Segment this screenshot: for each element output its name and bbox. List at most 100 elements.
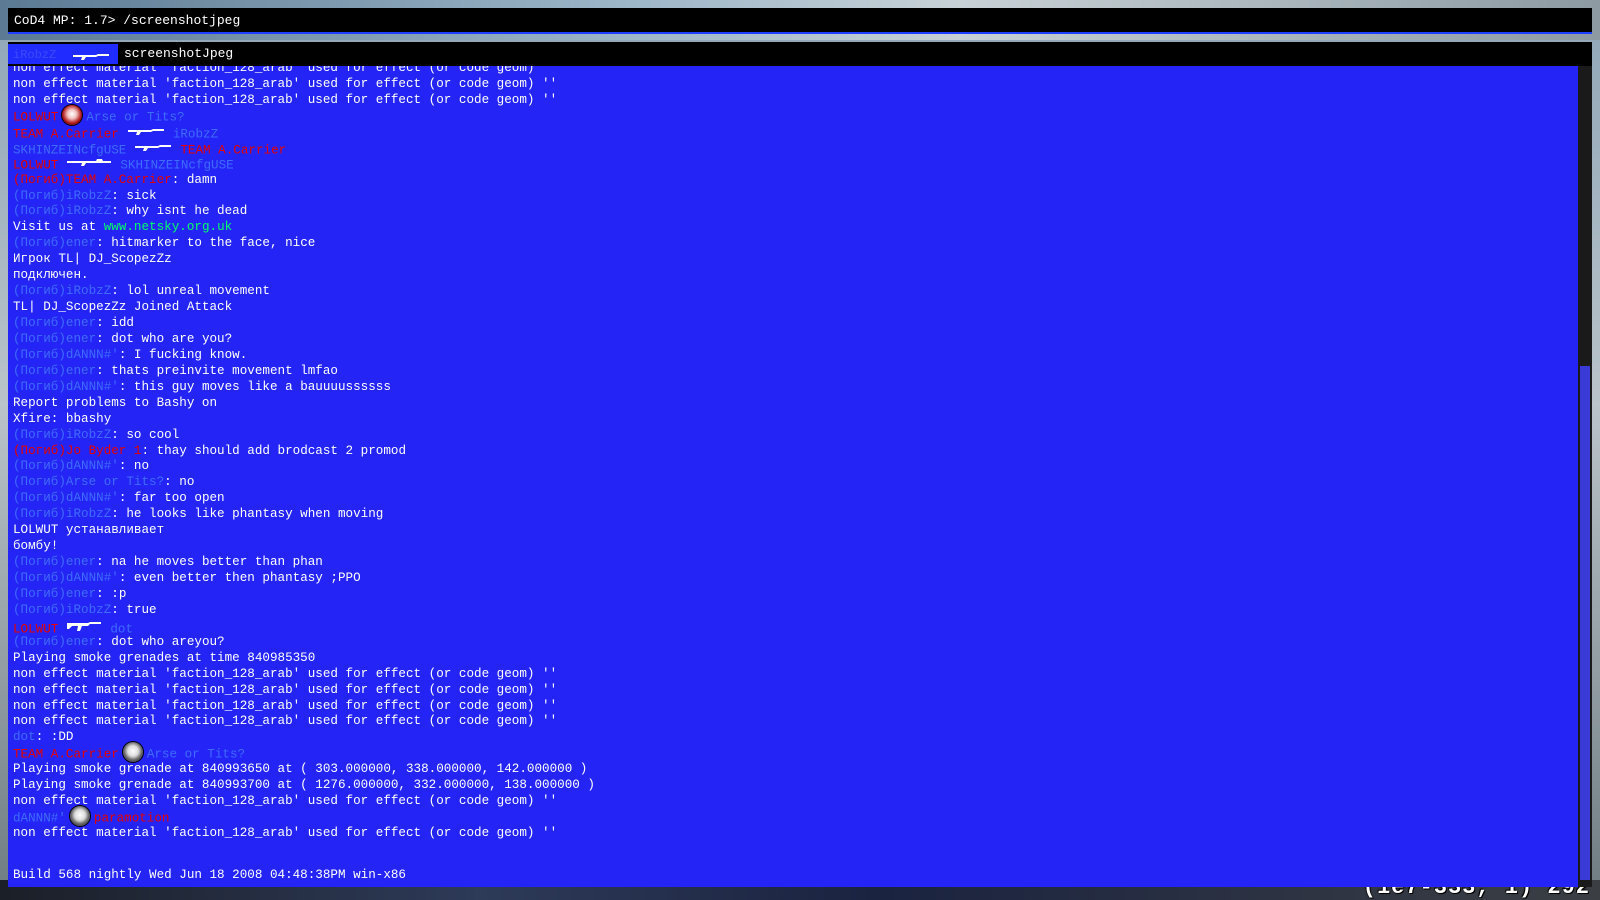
console-text-segment: non effect material 'faction_128_arab' u…	[13, 666, 558, 681]
console-text-segment: (Погиб)dANNN#'	[13, 571, 119, 585]
console-text-segment: (Погиб)dANNN#'	[13, 491, 119, 506]
rifle-icon	[134, 141, 172, 159]
console-line: Visit us at www.netsky.org.uk	[13, 220, 1578, 236]
console-text-segment: : this guy moves like a bauuuussssss	[118, 379, 391, 394]
console-text-segment: LOLWUT	[13, 110, 59, 125]
console-line: (Погиб)dANNN#': I fucking know.	[13, 348, 1578, 364]
console-text-segment: (Погиб)ener	[13, 236, 97, 251]
console-text-segment: non effect material 'faction_128_arab' u…	[13, 76, 558, 91]
console-text-segment: TEAM A.Carrier	[180, 143, 287, 157]
console-line: (Погиб)iRobzZ: so cool	[13, 428, 1578, 444]
console-text-segment: : I fucking know.	[118, 347, 248, 362]
console-text-segment: : dot who areyou?	[96, 634, 225, 649]
console-text-segment: non effect material 'faction_128_arab' u…	[13, 698, 558, 713]
console-line: Xfire: bbashy	[13, 412, 1578, 428]
console-line: non effect material 'faction_128_arab' u…	[13, 683, 1578, 699]
console-line: (Погиб)dANNN#': far too open	[13, 491, 1578, 507]
console-line: Playing smoke grenade at 840993700 at ( …	[13, 778, 1578, 794]
console-input[interactable]: CoD4 MP: 1.7> /screenshotjpeg	[14, 13, 240, 29]
console-text-segment: non effect material 'faction_128_arab' u…	[13, 714, 558, 729]
console-line: non effect material 'faction_128_arab' u…	[13, 66, 1578, 77]
console-line: (Погиб)iRobzZ: lol unreal movement	[13, 284, 1578, 300]
console-text-segment: (Погиб)TEAM A.Carrier	[13, 172, 172, 187]
console-text-segment: (Погиб)ener	[13, 331, 97, 346]
console-line: (Погиб)iRobzZ: sick	[13, 189, 1578, 205]
console-text-segment: (Погиб)dANNN#'	[13, 459, 119, 474]
autocomplete-command-suggestion[interactable]: screenshotJpeg	[124, 47, 233, 61]
console-line: (Погиб)TEAM A.Carrier: damn	[13, 173, 1578, 189]
console-text-segment: (Погиб)ener	[13, 634, 97, 649]
console-text-segment: подключен.	[13, 268, 89, 283]
console-text-segment: : far too open	[118, 491, 225, 506]
console-text-segment: : idd	[96, 316, 134, 330]
console-text-segment: (Погиб)ener	[13, 363, 97, 378]
console-line: non effect material 'faction_128_arab' u…	[13, 93, 1578, 109]
console-line: Playing smoke grenade at 840993650 at ( …	[13, 762, 1578, 778]
console-line: (Погиб)dANNN#': even better then phantas…	[13, 571, 1578, 587]
console-line: (Погиб)iRobzZ: why isnt he dead	[13, 204, 1578, 220]
console-input-bar[interactable]: CoD4 MP: 1.7> /screenshotjpeg	[8, 8, 1592, 34]
console-text-segment: : even better then phantasy ;PPO	[118, 571, 361, 585]
console-line: non effect material 'faction_128_arab' u…	[13, 699, 1578, 715]
console-text-segment: Playing smoke grenade at 840993650 at ( …	[13, 762, 588, 777]
console-text-segment: (Погиб)iRobzZ	[13, 602, 112, 617]
console-text-segment: non effect material 'faction_128_arab' u…	[13, 682, 558, 697]
console-line: LOLWUT устанавливает	[13, 523, 1578, 539]
emblem-icon	[69, 806, 90, 827]
console-text-segment: : :DD	[35, 730, 74, 745]
console-text-segment: (Погиб)Arse or Tits?	[13, 475, 165, 490]
console-scrollbar-thumb[interactable]	[1580, 366, 1590, 880]
console-text-segment: SKHINZEINcfgUSE	[13, 143, 127, 157]
console-text-segment: : lol unreal movement	[111, 284, 270, 299]
console-line: non effect material 'faction_128_arab' u…	[13, 667, 1578, 683]
console-line: dANNN#' paramotion	[13, 806, 1578, 827]
console-text-segment: бомбу!	[13, 539, 59, 554]
console-line: LOLWUT Arse or Tits?	[13, 104, 1578, 125]
console-line: Playing smoke grenades at time 840985350	[13, 651, 1578, 667]
console-text-segment: non effect material 'faction_128_arab' u…	[13, 92, 558, 107]
console-line: non effect material 'faction_128_arab' u…	[13, 826, 1578, 842]
console-text-segment: Report problems to Bashy on	[13, 395, 218, 410]
rifle-icon	[72, 49, 110, 67]
console-text-segment: (Погиб)iRobzZ	[13, 427, 112, 442]
console-text-segment: (Погиб)ener	[13, 316, 97, 330]
console-text-segment: non effect material 'faction_128_arab' u…	[13, 66, 558, 75]
console-line: (Погиб)Jo Byder 1: thay should add brodc…	[13, 444, 1578, 460]
console-text-segment: : damn	[171, 172, 218, 187]
console-text-segment: TEAM A.Carrier	[13, 127, 119, 142]
console-text-segment: : so cool	[111, 427, 180, 442]
autocomplete-player-name: iRobzZ	[13, 48, 57, 62]
console-output: non effect material 'faction_128_arab' u…	[8, 66, 1578, 887]
console-text-segment: Игрок TL| DJ_ScopezZz	[13, 252, 172, 267]
console-text-segment: iRobzZ	[172, 127, 219, 142]
console-text-segment: www.netsky.org.uk	[103, 220, 233, 235]
autocomplete-name-box: iRobzZ	[8, 44, 118, 64]
console-input-value[interactable]: /screenshotjpeg	[123, 13, 240, 28]
console-line: TEAM A.Carrier iRobzZ	[13, 125, 1578, 141]
console-text-segment: non effect material 'faction_128_arab' u…	[13, 826, 558, 840]
sniper-icon	[66, 157, 112, 173]
console-line: TEAM A.Carrier Arse or Tits?	[13, 742, 1578, 763]
console-text-segment: Visit us at	[13, 220, 104, 235]
console-text-segment: : thay should add brodcast 2 promod	[141, 443, 406, 458]
console-line: non effect material 'faction_128_arab' u…	[13, 77, 1578, 93]
console-line: бомбу!	[13, 539, 1578, 555]
console-text-segment: Arse or Tits?	[86, 110, 185, 125]
console-line: (Погиб)iRobzZ: he looks like phantasy wh…	[13, 507, 1578, 523]
console-line: (Погиб)dANNN#': no	[13, 459, 1578, 475]
console-text-segment: (Погиб)dANNN#'	[13, 379, 119, 394]
console-line: non effect material 'faction_128_arab' u…	[13, 714, 1578, 730]
console-line: dot: :DD	[13, 730, 1578, 746]
console-text-segment: (Погиб)Jo Byder 1	[13, 443, 142, 458]
console-text-segment: paramotion	[93, 811, 170, 826]
console-text-segment: dANNN#'	[13, 811, 66, 826]
console-line: Игрок TL| DJ_ScopezZz	[13, 252, 1578, 268]
console-line: Report problems to Bashy on	[13, 396, 1578, 412]
console-text-segment: (Погиб)iRobzZ	[13, 204, 112, 219]
console-line: (Погиб)ener: na he moves better than pha…	[13, 555, 1578, 571]
console-log: non effect material 'faction_128_arab' u…	[13, 66, 1578, 842]
console-scrollbar[interactable]	[1578, 66, 1592, 887]
console-line: SKHINZEINcfgUSE TEAM A.Carrier	[13, 141, 1578, 157]
console-line: (Погиб)dANNN#': this guy moves like a ba…	[13, 380, 1578, 396]
console-text-segment: (Погиб)ener	[13, 555, 97, 570]
